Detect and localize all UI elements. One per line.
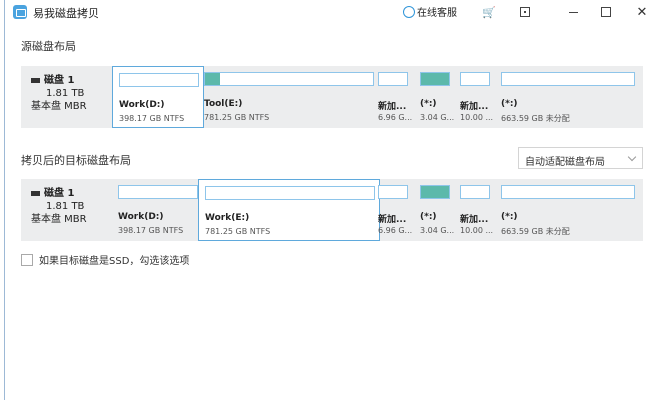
partition[interactable]: Tool(E:) 781.25 GB NTFS — [204, 66, 374, 128]
partition-size: 398.17 GB NTFS — [118, 226, 184, 235]
partition-size: 663.59 GB 未分配 — [501, 114, 570, 123]
partition-label: (*:) — [420, 99, 437, 109]
partition-size: 398.17 GB NTFS — [119, 114, 185, 123]
partition-label: (*:) — [501, 99, 518, 109]
disk-icon — [31, 78, 40, 83]
partition-size: 10.00 ... — [460, 113, 494, 122]
online-support-button[interactable]: 在线客服 — [403, 4, 457, 19]
disk-name: 磁盘 1 — [44, 188, 75, 199]
partition-usage-bar — [501, 72, 635, 86]
ssd-option[interactable]: 如果目标磁盘是SSD，勾选该选项 — [21, 252, 189, 267]
partition[interactable]: 新加... 10.00 ... — [460, 66, 494, 128]
partition[interactable]: 新加... 6.96 G... — [378, 179, 412, 241]
partition[interactable]: Work(E:) 781.25 GB NTFS — [198, 179, 380, 241]
close-button[interactable]: ✕ — [632, 2, 652, 22]
partition-label: 新加... — [460, 215, 489, 225]
partition-usage-bar — [460, 72, 490, 86]
partition-usage-fill — [205, 73, 221, 85]
partition-size: 3.04 G... — [420, 113, 455, 122]
partition-label: Work(E:) — [205, 213, 250, 223]
layout-option-value: 自动适配磁盘布局 — [525, 157, 605, 168]
ssd-checkbox[interactable] — [21, 253, 33, 266]
source-disk-info: 磁盘 1 1.81 TB 基本盘 MBR — [31, 74, 87, 113]
target-disk-info: 磁盘 1 1.81 TB 基本盘 MBR — [31, 187, 87, 226]
disk-type: 基本盘 MBR — [31, 214, 87, 225]
partition-label: 新加... — [460, 102, 489, 112]
partition-label: (*:) — [501, 212, 518, 222]
partition-usage-bar — [119, 73, 199, 87]
partition-size: 3.04 G... — [420, 226, 455, 235]
title-bar[interactable]: 易我磁盘拷贝 在线客服 🛒 ✕ — [5, 0, 660, 24]
partition-label: Work(D:) — [119, 100, 165, 110]
partition-size: 781.25 GB NTFS — [204, 113, 270, 122]
partition[interactable]: Work(D:) 398.17 GB NTFS — [118, 179, 198, 241]
partition-label: (*:) — [420, 212, 437, 222]
partition-usage-bar — [378, 72, 408, 86]
disk-type: 基本盘 MBR — [31, 101, 87, 112]
partition-usage-bar — [420, 72, 450, 86]
partition-size: 6.96 G... — [378, 226, 413, 235]
partition-usage-bar — [204, 72, 374, 86]
app-title: 易我磁盘拷贝 — [33, 7, 99, 20]
headset-icon — [403, 5, 415, 18]
source-disk-panel: 磁盘 1 1.81 TB 基本盘 MBR Work(D:) 398.17 GB N… — [21, 66, 643, 128]
partition[interactable]: (*:) 3.04 G... — [420, 66, 454, 128]
partition[interactable]: (*:) 3.04 G... — [420, 179, 454, 241]
partition-usage-bar — [501, 185, 635, 199]
partition-size: 781.25 GB NTFS — [205, 227, 271, 236]
minimize-button[interactable] — [563, 2, 583, 22]
disk-size: 1.81 TB — [46, 201, 85, 212]
partition-label: Work(D:) — [118, 212, 164, 222]
chevron-down-icon — [627, 152, 637, 162]
partition-usage-bar — [378, 185, 408, 199]
layout-option-dropdown[interactable]: 自动适配磁盘布局 — [518, 147, 643, 169]
disk-name: 磁盘 1 — [44, 75, 75, 86]
partition[interactable]: (*:) 663.59 GB 未分配 — [501, 179, 635, 241]
partition[interactable]: Work(D:) 398.17 GB NTFS — [112, 66, 204, 128]
partition-label: Tool(E:) — [204, 99, 243, 109]
restore-window-icon[interactable] — [515, 2, 535, 22]
source-layout-title: 源磁盘布局 — [21, 40, 76, 53]
cart-icon[interactable]: 🛒 — [479, 2, 499, 22]
disk-size: 1.81 TB — [46, 88, 85, 99]
partition-usage-bar — [460, 185, 490, 199]
partition-size: 10.00 ... — [460, 226, 494, 235]
app-window: 易我磁盘拷贝 在线客服 🛒 ✕ 源磁盘布局 磁盘 1 1.81 TB 基本盘 M… — [4, 0, 660, 400]
disk-icon — [31, 191, 40, 196]
partition-usage-bar — [118, 185, 198, 199]
partition-size: 663.59 GB 未分配 — [501, 227, 570, 236]
partition-usage-bar — [205, 186, 375, 200]
maximize-button[interactable] — [596, 2, 616, 22]
partition-label: 新加... — [378, 215, 407, 225]
partition[interactable]: 新加... 6.96 G... — [378, 66, 412, 128]
app-logo-icon — [13, 5, 27, 19]
partition-usage-fill — [421, 73, 449, 85]
online-support-label: 在线客服 — [417, 8, 457, 19]
disk-name-row: 磁盘 1 — [31, 187, 87, 200]
partition[interactable]: (*:) 663.59 GB 未分配 — [501, 66, 635, 128]
disk-name-row: 磁盘 1 — [31, 74, 87, 87]
target-disk-panel: 磁盘 1 1.81 TB 基本盘 MBR Work(D:) 398.17 GB N… — [21, 179, 643, 241]
partition-size: 6.96 G... — [378, 113, 413, 122]
partition-usage-bar — [420, 185, 450, 199]
target-layout-title: 拷贝后的目标磁盘布局 — [21, 154, 131, 167]
partition-usage-fill — [421, 186, 449, 198]
ssd-option-label: 如果目标磁盘是SSD，勾选该选项 — [39, 256, 190, 267]
partition[interactable]: 新加... 10.00 ... — [460, 179, 494, 241]
partition-label: 新加... — [378, 102, 407, 112]
